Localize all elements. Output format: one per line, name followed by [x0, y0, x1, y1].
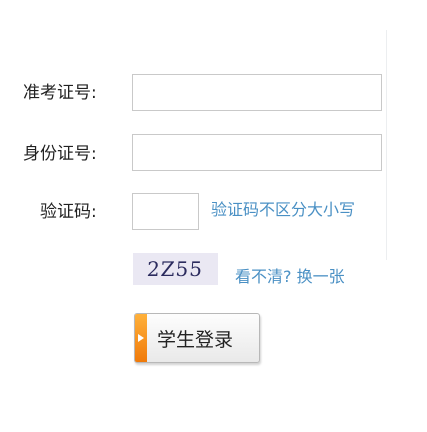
captcha-image[interactable]: 2Z55 [133, 253, 218, 285]
captcha-case-hint: 验证码不区分大小写 [211, 200, 356, 219]
id-card-input[interactable] [132, 134, 382, 171]
captcha-label: 验证码: [40, 202, 97, 222]
exam-id-label: 准考证号: [23, 83, 97, 103]
captcha-input[interactable] [132, 193, 199, 230]
refresh-captcha-link[interactable]: 看不清? 换一张 [235, 266, 345, 288]
arrow-right-icon [138, 334, 144, 342]
right-divider [386, 30, 387, 260]
captcha-image-text: 2Z55 [146, 257, 205, 281]
exam-id-input[interactable] [132, 74, 382, 111]
button-accent-tab [135, 314, 147, 362]
id-card-label: 身份证号: [23, 144, 97, 164]
student-login-button[interactable]: 学生登录 [134, 313, 260, 363]
student-login-label: 学生登录 [157, 328, 234, 351]
